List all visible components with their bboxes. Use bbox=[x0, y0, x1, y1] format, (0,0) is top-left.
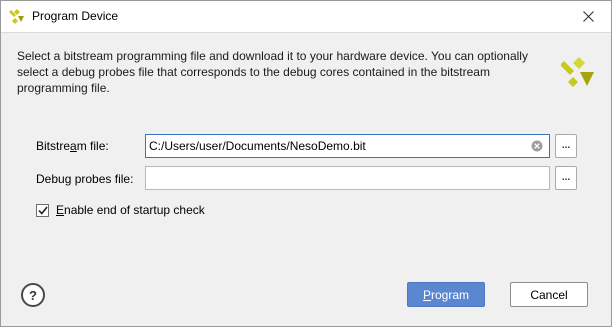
close-icon bbox=[582, 11, 594, 22]
bitstream-file-field[interactable] bbox=[145, 134, 550, 158]
close-button[interactable] bbox=[565, 1, 611, 32]
program-device-dialog: Program Device Select a bitstream progra… bbox=[0, 0, 612, 327]
dialog-description: Select a bitstream programming file and … bbox=[17, 49, 528, 95]
bitstream-file-input[interactable] bbox=[146, 135, 549, 157]
program-button[interactable]: Program bbox=[407, 282, 485, 307]
help-button[interactable]: ? bbox=[21, 283, 45, 307]
window-title: Program Device bbox=[32, 9, 119, 23]
dialog-body: Select a bitstream programming file and … bbox=[1, 32, 611, 326]
debug-probes-file-input[interactable] bbox=[146, 167, 549, 189]
debug-probes-browse-button[interactable]: ... bbox=[555, 166, 577, 190]
title-bar[interactable]: Program Device bbox=[1, 1, 611, 32]
debug-probes-file-label: Debug probes file: bbox=[36, 172, 134, 186]
enable-startup-check-checkbox[interactable] bbox=[36, 203, 49, 217]
enable-startup-check-row[interactable]: Enable end of startup check bbox=[36, 202, 205, 218]
cancel-button[interactable]: Cancel bbox=[510, 282, 588, 307]
clear-icon[interactable] bbox=[531, 140, 543, 152]
bitstream-browse-button[interactable]: ... bbox=[555, 134, 577, 158]
debug-probes-file-field[interactable] bbox=[145, 166, 550, 190]
bitstream-file-label: Bitstream file: bbox=[36, 139, 109, 153]
enable-startup-check-label: Enable end of startup check bbox=[56, 203, 205, 217]
checkmark-icon bbox=[37, 206, 48, 215]
vivado-header-logo-icon bbox=[561, 57, 594, 87]
vivado-logo-icon bbox=[9, 9, 24, 24]
